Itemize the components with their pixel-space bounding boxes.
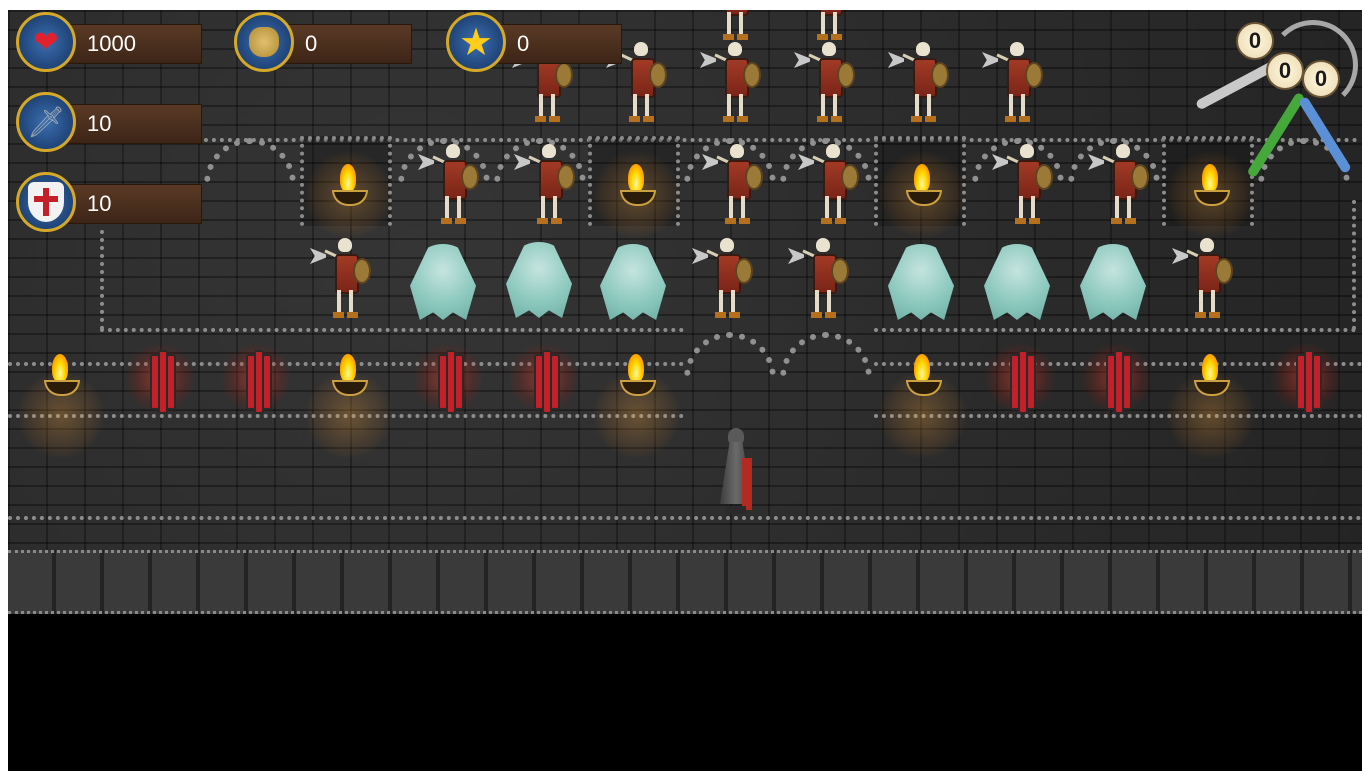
cross-shield-icon [16,172,76,232]
skeleton-warrior[interactable] [800,10,856,44]
wall-torch [902,160,942,220]
stone-arch [684,332,776,378]
ghost[interactable] [410,244,476,320]
hero-helmet [728,428,744,444]
defense-stat: 10 [16,172,202,236]
skeleton-warrior[interactable] [418,142,480,228]
spike-trap[interactable] [508,342,580,418]
skeleton-warrior[interactable] [702,142,764,228]
star-icon: ★ [446,12,506,72]
wall-right [1352,200,1356,330]
skeleton-warrior[interactable] [514,142,576,228]
skeleton-warrior[interactable] [700,40,762,126]
wall-torch [328,160,368,220]
ghost[interactable] [1080,244,1146,320]
skeleton-warrior[interactable] [692,236,754,322]
ghost[interactable] [888,244,954,320]
spike-trap[interactable] [124,342,196,418]
wall-torch [902,350,942,410]
wall-torch [40,350,80,410]
attack-stat: 🗡 10 [16,92,202,156]
corridor-edge [8,516,1362,520]
spike-trap[interactable] [984,342,1056,418]
wall-left [100,230,104,330]
skeleton-warrior[interactable] [310,236,372,322]
wall-mid [874,328,1356,332]
skeleton-warrior[interactable] [788,236,850,322]
floor-band [8,550,1362,614]
spike-trap[interactable] [1080,342,1152,418]
key-inventory: 0 0 0 [1172,10,1362,190]
skeleton-warrior[interactable] [706,10,762,44]
stone-arch [204,138,296,184]
skeleton-warrior[interactable] [982,40,1044,126]
health-stat: ❤ 1000 [16,12,202,76]
grey-key-count: 0 [1236,22,1274,60]
dungeon-map [8,10,1362,614]
wall-torch [616,160,656,220]
health-value: 1000 [62,24,202,64]
blue-key-count: 0 [1302,60,1340,98]
green-key-count: 0 [1266,52,1304,90]
wall-mid [100,328,684,332]
skeleton-warrior[interactable] [798,142,860,228]
hero-feet [726,506,746,514]
wall-torch [1190,350,1230,410]
spike-trap[interactable] [220,342,292,418]
skeleton-warrior[interactable] [888,40,950,126]
game-viewport[interactable]: ❤ 1000 0 ★ 0 🗡 10 10 0 0 0 [8,10,1362,771]
wall-torch [616,350,656,410]
defense-value: 10 [62,184,202,224]
hero-knight[interactable] [716,428,756,516]
ghost[interactable] [506,242,572,318]
spike-trap[interactable] [1270,342,1342,418]
ghost[interactable] [600,244,666,320]
spike-trap[interactable] [412,342,484,418]
skeleton-warrior[interactable] [1172,236,1234,322]
gold-stat: 0 [234,12,414,76]
stone-arch [780,332,872,378]
skeleton-warrior[interactable] [992,142,1054,228]
attack-value: 10 [62,104,202,144]
ghost[interactable] [984,244,1050,320]
gold-bag-icon [234,12,294,72]
heart-icon: ❤ [16,12,76,72]
wall-torch [328,350,368,410]
skeleton-warrior[interactable] [1088,142,1150,228]
stars-stat: ★ 0 [446,12,626,76]
hero-cape [742,458,752,510]
green-key-icon [1246,91,1306,179]
gold-value: 0 [280,24,412,64]
skeleton-warrior[interactable] [794,40,856,126]
sword-icon: 🗡 [16,92,76,152]
stars-value: 0 [492,24,622,64]
